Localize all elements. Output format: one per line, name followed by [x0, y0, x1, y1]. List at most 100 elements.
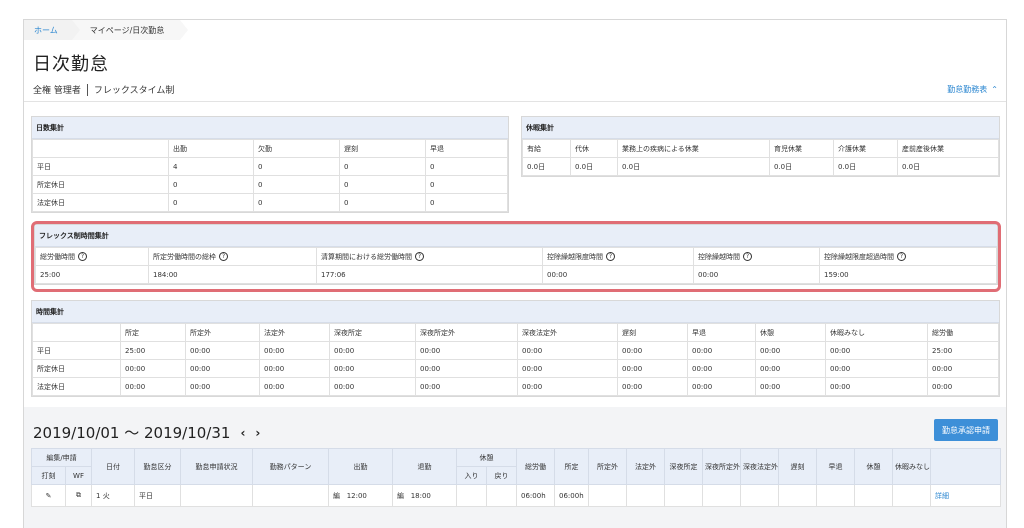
help-icon[interactable]: ?: [78, 252, 87, 261]
hours-header: 休暇みなし: [825, 323, 928, 342]
flex-header: 清算期間における総労働時間?: [316, 247, 543, 266]
approve-request-button[interactable]: 勤怠承認申請: [934, 419, 998, 441]
hours-cell: 00:00: [329, 359, 416, 378]
fixed-cell: 06:00h: [554, 484, 590, 507]
date-cell: 1 火: [91, 484, 136, 507]
days-cell: 0: [253, 157, 340, 176]
hours-cell: 00:00: [415, 377, 518, 396]
next-period-button[interactable]: ›: [255, 426, 260, 440]
hours-cell: 00:00: [120, 359, 186, 378]
prev-period-button[interactable]: ‹: [240, 426, 245, 440]
flex-header-label: 控除繰越限度時間: [547, 252, 603, 261]
timesheet-toggle-label[interactable]: 勤怠勤務表: [947, 84, 987, 95]
hours-cell: 00:00: [415, 359, 518, 378]
flex-cell: 184:00: [148, 265, 317, 284]
days-cell: 平日: [32, 157, 169, 176]
hours-header: 遅刻: [617, 323, 688, 342]
hours-cell: 00:00: [185, 341, 260, 360]
header-kind: 勤怠区分: [134, 448, 182, 485]
flex-cell: 25:00: [35, 265, 149, 284]
work-style: フレックスタイム制: [93, 86, 175, 96]
period-range: 2019/10/01 〜 2019/10/31 ‹ ›: [33, 422, 260, 443]
night-fixed-cell: [664, 484, 704, 507]
breadcrumb-home-label[interactable]: ホーム: [34, 25, 58, 36]
header-wf: WF: [64, 466, 93, 485]
days-cell: 0: [339, 157, 426, 176]
hours-cell: 00:00: [517, 377, 618, 396]
hours-header: 深夜所定: [329, 323, 416, 342]
flex-header-label: 清算期間における総労働時間: [321, 252, 412, 261]
header-rest: 休憩: [854, 448, 894, 485]
hours-header: 所定外: [185, 323, 260, 342]
flex-header: 控除繰越限度時間?: [542, 247, 694, 266]
hours-cell: 00:00: [927, 377, 999, 396]
days-summary-title: 日数集計: [32, 117, 508, 139]
hours-cell: 平日: [32, 341, 121, 360]
hours-header: 早退: [687, 323, 756, 342]
days-cell: 0: [425, 175, 508, 194]
hours-cell: 25:00: [927, 341, 999, 360]
hours-cell: 00:00: [927, 359, 999, 378]
days-cell: 4: [168, 157, 254, 176]
late-cell: [778, 484, 818, 507]
timesheet-toggle-link[interactable]: 勤怠勤務表 ⌃: [947, 84, 998, 95]
header-date: 日付: [91, 448, 136, 485]
header-leave: 休暇みなし: [892, 448, 932, 485]
daily-table: 編集/申請 日付 勤怠区分 勤怠申請状況 勤務パターン 出勤 退勤 休憩 総労働…: [30, 448, 1001, 507]
hours-summary-panel: 時間集計 所定 所定外 法定外 深夜所定 深夜所定外 深夜法定外 遅刻 早退 休憩 休暇みなし 総労…: [31, 300, 1000, 397]
hours-header: 休憩: [755, 323, 826, 342]
days-summary-table: 出勤 欠勤 遅刻 早退 平日 4 0 0 0 所定休日 0 0 0 0 法定休日 0 0 0 0: [32, 139, 508, 212]
flex-cell: 159:00: [819, 265, 997, 284]
leave-header: 有給: [522, 139, 571, 158]
flex-header-label: 所定労働時間の総枠: [153, 252, 216, 261]
copy-icon[interactable]: ⧉: [64, 484, 93, 507]
breadcrumb-home[interactable]: ホーム: [24, 20, 80, 40]
night-over-cell: [702, 484, 742, 507]
help-icon[interactable]: ?: [606, 252, 615, 261]
hours-cell: 00:00: [617, 377, 688, 396]
detail-link[interactable]: 詳細: [930, 484, 1001, 507]
table-row: 所定休日 0 0 0 0: [32, 175, 508, 194]
header-night-legal: 深夜法定外: [740, 448, 780, 485]
help-icon[interactable]: ?: [743, 252, 752, 261]
period-range-label: 2019/10/01 〜 2019/10/31: [33, 424, 231, 442]
days-cell: 0: [339, 193, 426, 212]
over-cell: [588, 484, 628, 507]
hours-cell: 00:00: [329, 377, 416, 396]
leave-cell: 0.0日: [769, 157, 834, 176]
days-header-early: 早退: [425, 139, 508, 158]
leave-summary-table: 有給 代休 業務上の疾病による休業 育児休業 介護休業 産前産後休業 0.0日 …: [522, 139, 999, 176]
hours-cell: 00:00: [687, 341, 756, 360]
in-time: 12:00: [346, 491, 367, 500]
hours-cell: 25:00: [120, 341, 186, 360]
leave-cell: 0.0日: [522, 157, 571, 176]
hours-cell: 00:00: [259, 377, 330, 396]
flex-header: 控除繰越時間?: [693, 247, 820, 266]
table-row: 法定休日 00:00 00:00 00:00 00:00 00:00 00:00 00:00 0…: [32, 377, 999, 396]
leave-header: 業務上の疾病による休業: [617, 139, 770, 158]
help-icon[interactable]: ?: [897, 252, 906, 261]
help-icon[interactable]: ?: [219, 252, 228, 261]
leave-header: 育児休業: [769, 139, 834, 158]
edit-pencil-icon[interactable]: ✎: [31, 484, 66, 507]
header-blank: [930, 448, 1001, 485]
hours-cell: 00:00: [755, 341, 826, 360]
header-legal: 法定外: [626, 448, 666, 485]
flex-header: 控除繰越限度超過時間?: [819, 247, 997, 266]
header-status: 勤怠申請状況: [180, 448, 254, 485]
early-cell: [816, 484, 856, 507]
help-icon[interactable]: ?: [415, 252, 424, 261]
hours-cell: 00:00: [687, 377, 756, 396]
days-header-late: 遅刻: [339, 139, 426, 158]
in-cell: 編 12:00: [328, 484, 394, 507]
page-title: 日次勤怠: [33, 54, 109, 75]
pattern-cell: [252, 484, 330, 507]
edited-tag: 編: [333, 491, 341, 500]
leave-header: 介護休業: [833, 139, 898, 158]
hours-cell: 00:00: [825, 377, 928, 396]
hours-cell: 00:00: [687, 359, 756, 378]
days-cell: 0: [168, 175, 254, 194]
days-cell: 所定休日: [32, 175, 169, 194]
break-in-cell: [456, 484, 488, 507]
days-header-attend: 出勤: [168, 139, 254, 158]
